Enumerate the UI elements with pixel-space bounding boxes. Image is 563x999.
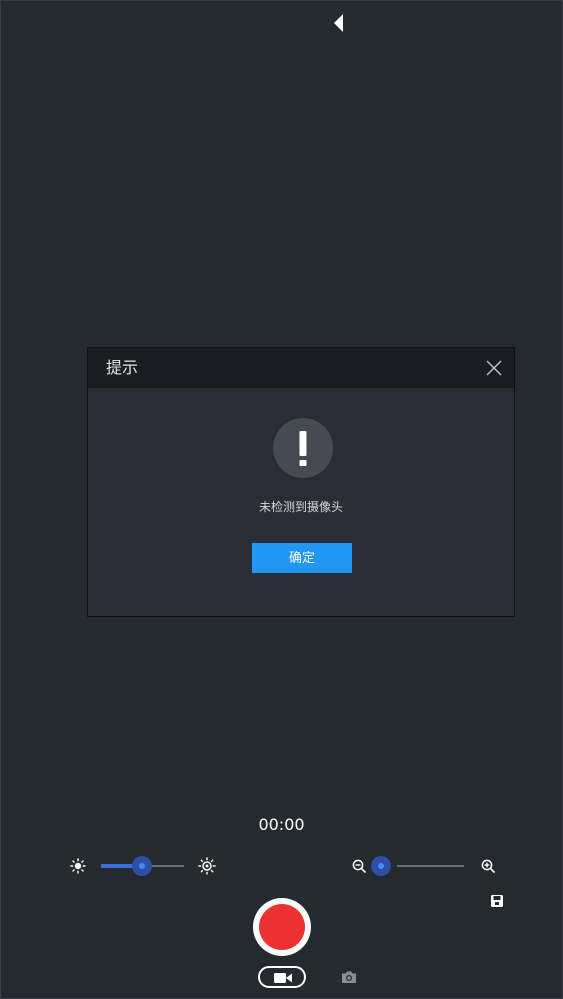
zoom-slider-thumb[interactable]	[371, 856, 391, 876]
zoom-out-icon[interactable]	[352, 859, 366, 873]
back-triangle-icon	[334, 14, 343, 32]
exclamation-icon	[273, 418, 333, 478]
close-icon	[486, 360, 502, 376]
brightness-low-icon[interactable]	[70, 858, 86, 874]
dialog-title: 提示	[106, 358, 139, 377]
dialog-message: 未检测到摄像头	[258, 500, 343, 514]
zoom-in-icon[interactable]	[481, 859, 495, 873]
brightness-high-icon[interactable]	[198, 857, 216, 875]
video-camera-icon	[274, 973, 292, 983]
record-button[interactable]	[253, 898, 311, 956]
recording-timer: 00:00	[258, 815, 305, 834]
save-icon	[491, 895, 503, 907]
brightness-slider-fill	[101, 864, 133, 868]
brightness-slider-track[interactable]	[152, 865, 184, 867]
zoom-slider-track[interactable]	[397, 865, 464, 867]
video-mode-button[interactable]	[258, 966, 306, 988]
photo-mode-button[interactable]	[341, 969, 357, 983]
save-button[interactable]	[490, 893, 504, 907]
back-button[interactable]	[330, 12, 348, 34]
brightness-slider-thumb[interactable]	[132, 856, 152, 876]
alert-dialog: 提示 未检测到摄像头 确定	[87, 347, 515, 617]
confirm-button[interactable]: 确定	[252, 543, 352, 573]
camera-icon	[342, 971, 356, 983]
dialog-header: 提示	[88, 348, 514, 388]
close-button[interactable]	[486, 360, 502, 376]
